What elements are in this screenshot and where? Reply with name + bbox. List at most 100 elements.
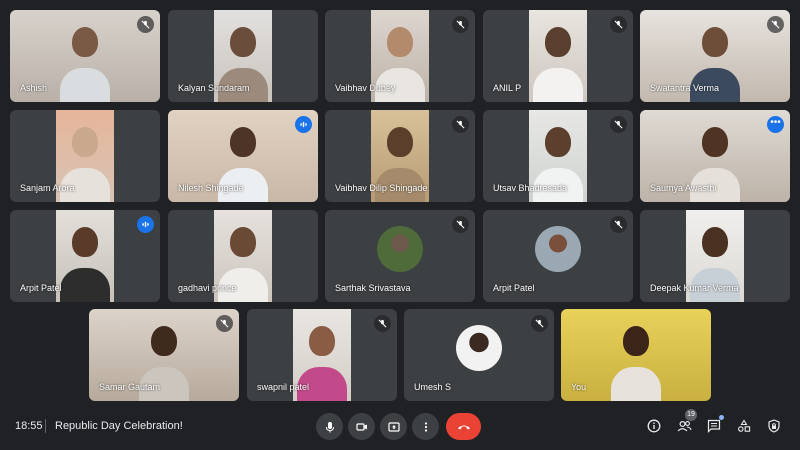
- mic-muted-icon: [452, 16, 469, 33]
- participant-avatar: [535, 226, 581, 272]
- participant-tile[interactable]: Utsav Bhadresada: [483, 110, 633, 202]
- participant-tile[interactable]: Kalyan Sundaram: [168, 10, 318, 102]
- participant-face: [230, 226, 256, 257]
- participant-face: [230, 126, 256, 157]
- participant-face: [387, 26, 413, 57]
- participant-face: [387, 126, 413, 157]
- participant-name: Nilesh Shingade: [178, 183, 244, 193]
- mic-muted-icon: [374, 315, 391, 332]
- participant-tile[interactable]: Arpit Patel: [483, 210, 633, 302]
- participant-tile[interactable]: gadhavi prince: [168, 210, 318, 302]
- activities-button[interactable]: [733, 415, 755, 437]
- participant-name: Deepak Kumar Verma: [650, 283, 739, 293]
- participant-name: Ashish: [20, 83, 48, 93]
- meeting-title: Republic Day Celebration!: [55, 420, 183, 432]
- participant-body: [60, 68, 110, 102]
- meeting-time: 18:55: [15, 420, 43, 432]
- participant-face: [702, 126, 728, 157]
- participant-face: [151, 325, 177, 356]
- participant-name: Umesh S: [414, 382, 452, 392]
- participant-name: Utsav Bhadresada: [493, 183, 568, 193]
- participant-name: Vaibhav Dilip Shingade: [335, 183, 428, 193]
- shield-lock-icon: [768, 419, 780, 433]
- microphone-button[interactable]: [316, 413, 343, 440]
- participant-tile[interactable]: Sarthak Srivastava: [325, 210, 475, 302]
- hang-up-icon: [457, 425, 470, 429]
- leave-call-button[interactable]: [446, 413, 481, 440]
- participant-face: [309, 325, 335, 356]
- meeting-control-bar: 18:55 Republic Day Celebration! 19: [0, 405, 800, 450]
- participant-face: [72, 226, 98, 257]
- chat-icon: [707, 419, 721, 433]
- participant-name: gadhavi prince: [178, 283, 237, 293]
- chat-notification-dot: [719, 415, 724, 420]
- participant-tile[interactable]: Nilesh Shingade: [168, 110, 318, 202]
- people-button[interactable]: 19: [673, 409, 697, 437]
- participant-tile[interactable]: Arpit Patel: [10, 210, 160, 302]
- participant-name: Arpit Patel: [20, 283, 62, 293]
- mic-muted-icon: [610, 216, 627, 233]
- more-options-icon[interactable]: •••: [767, 116, 784, 133]
- mic-muted-icon: [767, 16, 784, 33]
- microphone-icon: [325, 421, 334, 432]
- participant-tile[interactable]: Ashish: [10, 10, 160, 102]
- divider: [45, 419, 46, 433]
- participant-name: Swatantra Verma: [650, 83, 720, 93]
- more-options-button[interactable]: [412, 413, 439, 440]
- present-screen-icon: [387, 421, 400, 432]
- participant-face: [72, 26, 98, 57]
- present-screen-button[interactable]: [380, 413, 407, 440]
- meeting-details-button[interactable]: [643, 415, 665, 437]
- people-count-badge: 19: [685, 409, 697, 421]
- participant-name: Kalyan Sundaram: [178, 83, 250, 93]
- participant-name: Saumya Awasthi: [650, 183, 717, 193]
- participant-tile[interactable]: Vaibhav Dilip Shingade: [325, 110, 475, 202]
- participant-body: [611, 367, 661, 401]
- participant-tile[interactable]: ••• Saumya Awasthi: [640, 110, 790, 202]
- mic-muted-icon: [452, 216, 469, 233]
- participant-name: Vaibhav Dubey: [335, 83, 396, 93]
- participant-tile[interactable]: ANIL P: [483, 10, 633, 102]
- participant-tile[interactable]: You: [561, 309, 711, 401]
- camera-button[interactable]: [348, 413, 375, 440]
- mic-muted-icon: [216, 315, 233, 332]
- info-icon: [647, 419, 661, 433]
- speaking-indicator-icon: [295, 116, 312, 133]
- chat-button[interactable]: [703, 415, 725, 437]
- participant-grid: Ashish Kalyan Sundaram Vaibhav Dubey ANI…: [0, 0, 800, 405]
- participant-name: swapnil patel: [257, 382, 310, 392]
- mic-muted-icon: [610, 16, 627, 33]
- participant-name: Arpit Patel: [493, 283, 535, 293]
- participant-face: [72, 126, 98, 157]
- participant-name: Samar Gautam: [99, 382, 161, 392]
- participant-name: You: [571, 382, 587, 392]
- participant-tile[interactable]: Samar Gautam: [89, 309, 239, 401]
- participant-tile[interactable]: Umesh S: [404, 309, 554, 401]
- mic-muted-icon: [610, 116, 627, 133]
- participant-tile[interactable]: Swatantra Verma: [640, 10, 790, 102]
- participant-video: [529, 10, 587, 102]
- participant-tile[interactable]: Deepak Kumar Verma: [640, 210, 790, 302]
- participant-face: [702, 26, 728, 57]
- people-icon: [677, 420, 692, 432]
- participant-name: Sanjam Arora: [20, 183, 75, 193]
- more-vert-icon: [424, 421, 427, 432]
- participant-face: [230, 26, 256, 57]
- host-controls-button[interactable]: [763, 415, 785, 437]
- participant-body: [60, 268, 110, 302]
- participant-face: [545, 26, 571, 57]
- camera-icon: [355, 422, 367, 431]
- participant-avatar: [456, 325, 502, 371]
- participant-tile[interactable]: swapnil patel: [247, 309, 397, 401]
- activities-icon: [738, 419, 751, 432]
- participant-tile[interactable]: Sanjam Arora: [10, 110, 160, 202]
- speaking-indicator-icon: [137, 216, 154, 233]
- participant-body: [533, 68, 583, 102]
- participant-face: [702, 226, 728, 257]
- participant-face: [623, 325, 649, 356]
- participant-avatar: [377, 226, 423, 272]
- mic-muted-icon: [531, 315, 548, 332]
- mic-muted-icon: [137, 16, 154, 33]
- mic-muted-icon: [452, 116, 469, 133]
- participant-tile[interactable]: Vaibhav Dubey: [325, 10, 475, 102]
